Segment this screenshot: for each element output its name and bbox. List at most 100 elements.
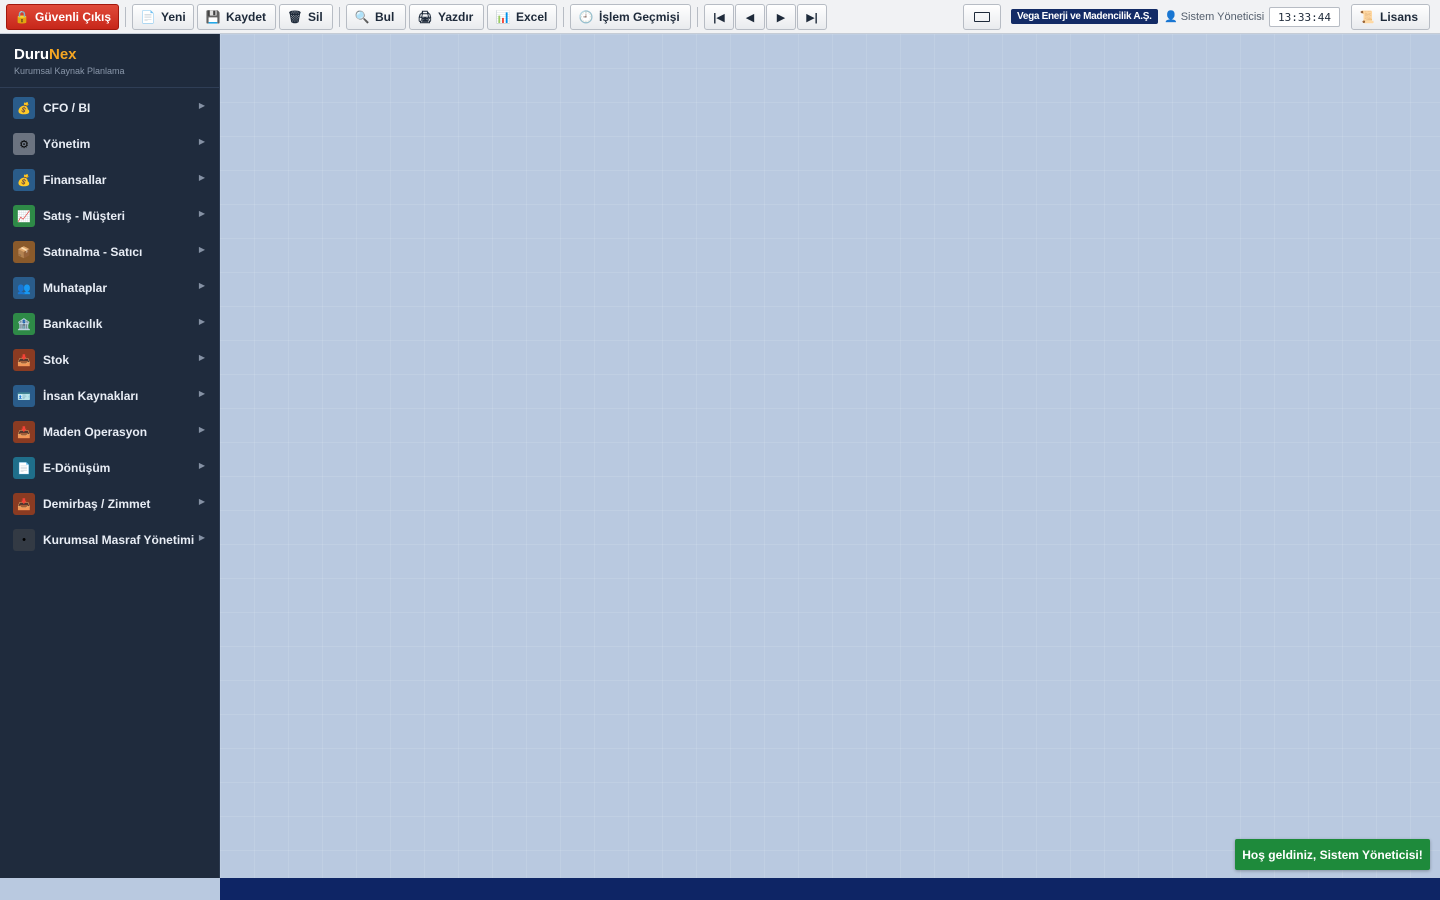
brand-subtitle: Kurumsal Kaynak Planlama: [14, 66, 125, 76]
excel-button[interactable]: 📊 Excel: [487, 4, 557, 30]
spreadsheet-icon: 📊: [495, 10, 511, 24]
sidebar-menu: 💰 CFO / BI ▶ ⚙ Yönetim ▶ 💰 Finansallar ▶ 📈 Satış -…: [0, 88, 219, 558]
toolbar-divider: [339, 7, 340, 27]
first-record-icon: |◀: [713, 11, 725, 24]
money-bag-icon: 💰: [13, 97, 35, 119]
sidebar-item-label: İnsan Kaynakları: [43, 389, 139, 403]
sidebar-item-label: Satınalma - Satıcı: [43, 245, 143, 259]
chevron-right-icon: ▶: [198, 173, 205, 182]
last-record-icon: ▶|: [806, 11, 818, 24]
search-icon: 🔍: [354, 10, 370, 24]
new-button[interactable]: 📄 Yeni: [132, 4, 194, 30]
company-badge: Vega Enerji ve Madencilik A.Ş.: [1011, 9, 1158, 24]
sidebar-item[interactable]: 📥 Stok ▶: [0, 342, 219, 378]
current-user: 👤 Sistem Yöneticisi: [1164, 10, 1265, 24]
find-button[interactable]: 🔍 Bul: [346, 4, 406, 30]
window-icon: [974, 12, 990, 22]
delete-button[interactable]: 🗑 Sil: [279, 4, 333, 30]
secure-exit-label: Güvenli Çıkış: [35, 10, 112, 24]
sidebar-item[interactable]: 📥 Maden Operasyon ▶: [0, 414, 219, 450]
sidebar-item[interactable]: ⚙ Yönetim ▶: [0, 126, 219, 162]
sidebar-item[interactable]: 💰 CFO / BI ▶: [0, 90, 219, 126]
bank-icon: 🏦: [13, 313, 35, 335]
nav-prev-button[interactable]: ◀: [735, 4, 765, 30]
sidebar-item[interactable]: 📦 Satınalma - Satıcı ▶: [0, 234, 219, 270]
trash-icon: 🗑: [287, 10, 303, 24]
chevron-right-icon: ▶: [198, 101, 205, 110]
chevron-right-icon: ▶: [198, 533, 205, 542]
chevron-right-icon: ▶: [198, 497, 205, 506]
sidebar-item[interactable]: 👥 Muhataplar ▶: [0, 270, 219, 306]
save-button[interactable]: 💾 Kaydet: [197, 4, 276, 30]
sidebar-item-label: CFO / BI: [43, 101, 91, 115]
sidebar-item-label: Kurumsal Masraf Yönetimi: [43, 533, 195, 547]
new-document-icon: 📄: [140, 10, 156, 24]
money-bag-icon: 💰: [13, 169, 35, 191]
sidebar-item[interactable]: 💰 Finansallar ▶: [0, 162, 219, 198]
dot-icon: •: [13, 529, 35, 551]
excel-label: Excel: [516, 10, 548, 24]
window-toggle-button[interactable]: [963, 4, 1001, 30]
sidebar-item-label: Satış - Müşteri: [43, 209, 126, 223]
sidebar-item-label: Demirbaş / Zimmet: [43, 497, 151, 511]
sidebar-item[interactable]: 📥 Demirbaş / Zimmet ▶: [0, 486, 219, 522]
history-button[interactable]: 🕘 İşlem Geçmişi: [570, 4, 691, 30]
sidebar-item[interactable]: 📈 Satış - Müşteri ▶: [0, 198, 219, 234]
clock-display: 13:33:44: [1269, 7, 1340, 27]
sidebar-item-label: Maden Operasyon: [43, 425, 148, 439]
clock-icon: 🕘: [578, 10, 594, 24]
scroll-icon: 📜: [1359, 10, 1375, 24]
document-icon: 📄: [13, 457, 35, 479]
secure-exit-button[interactable]: 🔒 Güvenli Çıkış: [6, 4, 119, 30]
new-label: Yeni: [161, 10, 186, 24]
toolbar-divider: [697, 7, 698, 27]
sidebar-item-label: E-Dönüşüm: [43, 461, 111, 475]
chevron-right-icon: ▶: [198, 281, 205, 290]
welcome-toast: Hoş geldiniz, Sistem Yöneticisi!: [1235, 839, 1430, 870]
people-icon: 👥: [13, 277, 35, 299]
sidebar-item[interactable]: 📄 E-Dönüşüm ▶: [0, 450, 219, 486]
boxes-icon: 📥: [13, 421, 35, 443]
toolbar-divider: [125, 7, 126, 27]
sidebar-footer: [0, 878, 220, 900]
nav-first-button[interactable]: |◀: [704, 4, 734, 30]
nav-last-button[interactable]: ▶|: [797, 4, 827, 30]
sidebar-item-label: Muhataplar: [43, 281, 108, 295]
previous-record-icon: ◀: [745, 11, 755, 24]
brand-name-part2: Nex: [49, 46, 77, 63]
chevron-right-icon: ▶: [198, 245, 205, 254]
sidebar-item-label: Finansallar: [43, 173, 107, 187]
main-workspace: [220, 34, 1440, 878]
user-name: Sistem Yöneticisi: [1180, 10, 1265, 23]
brand: DuruNex Kurumsal Kaynak Planlama: [0, 34, 219, 88]
license-button[interactable]: 📜 Lisans: [1351, 4, 1430, 30]
chevron-right-icon: ▶: [198, 209, 205, 218]
package-icon: 📦: [13, 241, 35, 263]
nav-next-button[interactable]: ▶: [766, 4, 796, 30]
chevron-right-icon: ▶: [198, 461, 205, 470]
print-button[interactable]: 🖨 Yazdır: [409, 4, 484, 30]
sidebar: DuruNex Kurumsal Kaynak Planlama 💰 CFO / …: [0, 34, 220, 878]
sidebar-item-label: Stok: [43, 353, 70, 367]
printer-icon: 🖨: [417, 10, 433, 24]
user-icon: 👤: [1164, 11, 1178, 23]
sidebar-item[interactable]: • Kurumsal Masraf Yönetimi ▶: [0, 522, 219, 558]
boxes-icon: 📥: [13, 493, 35, 515]
chevron-right-icon: ▶: [198, 425, 205, 434]
next-record-icon: ▶: [776, 11, 786, 24]
toolbar-divider: [563, 7, 564, 27]
chevron-right-icon: ▶: [198, 353, 205, 362]
brand-name-part1: Duru: [14, 46, 49, 63]
status-bar: [220, 878, 1440, 900]
save-label: Kaydet: [226, 10, 267, 24]
brand-name: DuruNex: [14, 46, 219, 63]
chevron-right-icon: ▶: [198, 137, 205, 146]
sidebar-item[interactable]: 🏦 Bankacılık ▶: [0, 306, 219, 342]
chevron-right-icon: ▶: [198, 389, 205, 398]
sidebar-item[interactable]: 🪪 İnsan Kaynakları ▶: [0, 378, 219, 414]
find-label: Bul: [375, 10, 395, 24]
lock-icon: 🔒: [14, 10, 30, 24]
boxes-icon: 📥: [13, 349, 35, 371]
chevron-right-icon: ▶: [198, 317, 205, 326]
gear-icon: ⚙: [13, 133, 35, 155]
